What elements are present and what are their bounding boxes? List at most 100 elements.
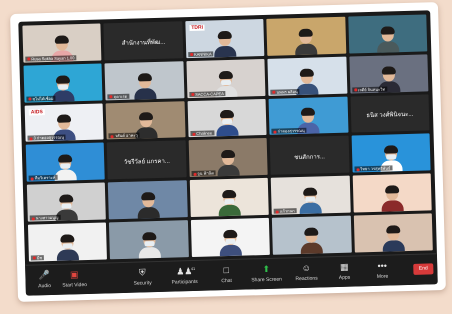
- muted-mic-icon: [275, 210, 279, 214]
- participant-name-label: วสันต์ อาคะวุ: [108, 132, 140, 139]
- video-camera-icon: ▣: [69, 269, 79, 280]
- shield-icon: ⛨: [138, 267, 146, 278]
- participant-name-label: SACCA-CAPEA: [189, 90, 226, 97]
- participant-name-label: ฤดาเรต: [107, 93, 130, 99]
- more-label: More: [376, 273, 389, 280]
- participant-tile[interactable]: นพพร ผลิอนุ: [267, 56, 348, 96]
- audio-label: Audio: [38, 282, 52, 290]
- participant-tile[interactable]: นางสาวมนูญ: [26, 182, 107, 222]
- participant-tile[interactable]: [108, 180, 188, 220]
- participant-video: [56, 234, 80, 261]
- participant-video: [133, 72, 157, 100]
- participant-name: ก่าตองสุวรรณนุ: [277, 128, 305, 135]
- participant-video: [300, 227, 324, 254]
- participant-name-label: KANNIKA: [187, 51, 214, 57]
- background-logo: TDRI: [189, 24, 206, 32]
- participant-tile[interactable]: ชไม่ได้เชื่อม: [23, 63, 103, 103]
- participants-count: 41: [190, 265, 196, 272]
- participant-tile[interactable]: [272, 215, 352, 255]
- participant-tile[interactable]: วสันต์ อาคะวุ: [105, 100, 186, 140]
- apps-button[interactable]: ▦ Apps: [327, 261, 362, 281]
- more-icon: •••: [377, 260, 388, 271]
- participant-tile[interactable]: ฤดาเรต: [104, 61, 185, 101]
- participant-tile[interactable]: แก้วกนก: [270, 175, 351, 215]
- participant-name: ชไม่ได้เชื่อม: [32, 95, 54, 102]
- participant-name: นพพร ผลิอนุ: [276, 88, 298, 95]
- muted-mic-icon: [31, 217, 35, 221]
- participant-tile[interactable]: Rusa Sokha Sayan 1.00: [22, 23, 102, 63]
- participant-video: [218, 189, 241, 217]
- participant-name: มีช: [36, 255, 43, 261]
- participant-video: [376, 26, 400, 53]
- gallery-view-grid: Rusa Sokha Sayan 1.00 สำนักงานที่พัฒ... TD…: [22, 14, 433, 262]
- end-meeting-button[interactable]: End: [413, 263, 434, 275]
- participant-display-name: สำนักงานที่พัฒ...: [121, 39, 166, 47]
- participant-name-label: Chalinee: [190, 130, 215, 137]
- zoom-meeting-window: Rusa Sokha Sayan 1.00 สำนักงานที่พัฒ... TD…: [18, 10, 438, 296]
- participant-name: เจดีย์ จินทนะวิท: [357, 86, 386, 93]
- muted-mic-icon: [192, 132, 196, 136]
- participant-video: [382, 225, 405, 252]
- security-button[interactable]: ⛨ Security: [125, 267, 160, 287]
- more-button[interactable]: ••• More: [365, 260, 400, 280]
- participant-tile[interactable]: SACCA-CAPEA: [186, 58, 266, 98]
- muted-mic-icon: [273, 130, 277, 134]
- participant-tile[interactable]: [352, 173, 432, 213]
- muted-mic-icon: [356, 168, 360, 172]
- participant-video: [216, 110, 239, 137]
- muted-mic-icon: [191, 93, 195, 97]
- reactions-button[interactable]: ☺ Reactions: [289, 262, 324, 282]
- participant-video: [217, 150, 240, 177]
- participant-tile[interactable]: Chalinee: [187, 98, 267, 138]
- participant-name-label: ก่าตองสุวรรณนุ: [271, 128, 307, 135]
- share-screen-button[interactable]: ⬆ Share Screen: [249, 264, 284, 284]
- participants-icon: ♟♟: [176, 266, 193, 277]
- participant-tile[interactable]: ก่าตองสุวรรณนุ: [268, 96, 349, 136]
- participant-name-label: เจดีย์ จินทนะวิท: [351, 86, 388, 93]
- participant-tile[interactable]: มีช: [27, 222, 108, 262]
- muted-mic-icon: [30, 177, 34, 181]
- security-label: Security: [133, 280, 152, 287]
- participant-tile[interactable]: สำนักงานที่พัฒ...: [103, 21, 184, 61]
- participant-video: [299, 187, 323, 215]
- muted-mic-icon: [28, 97, 32, 101]
- participant-tile[interactable]: [190, 218, 271, 258]
- participant-tile[interactable]: วิทยา วรสุทธิพันธ์: [351, 133, 431, 173]
- muted-mic-icon: [29, 137, 33, 141]
- participant-tile[interactable]: [189, 178, 269, 218]
- participant-tile[interactable]: [109, 220, 189, 260]
- participant-tile[interactable]: [353, 213, 433, 253]
- participant-name: จูน ฟ้านิด: [197, 170, 215, 177]
- muted-mic-icon: [110, 135, 114, 139]
- participant-name: 3 ก่าตองสุวรรณนุ: [33, 135, 64, 141]
- participant-tile[interactable]: เจดีย์ จินทนะวิท: [348, 54, 429, 94]
- start-video-button[interactable]: ▣ Start Video: [57, 269, 92, 289]
- participant-name: SACCA-CAPEA: [195, 90, 224, 97]
- participant-tile[interactable]: ทีมวิเคราะห์: [25, 142, 106, 182]
- participant-tile[interactable]: ธนิส วงศ์พินิจนะ...: [350, 94, 430, 134]
- participant-tile[interactable]: ชนสักการ...: [269, 136, 350, 176]
- participant-video: [138, 232, 161, 259]
- participants-button[interactable]: ♟♟ 41 Participants: [167, 266, 202, 286]
- share-screen-label: Share Screen: [251, 276, 282, 284]
- muted-mic-icon: [272, 90, 276, 94]
- participant-tile[interactable]: [347, 14, 428, 54]
- participant-name: Chalinee: [196, 130, 213, 137]
- participant-tile[interactable]: AIDS 3 ก่าตองสุวรรณนุ: [24, 103, 105, 143]
- participant-tile[interactable]: [266, 16, 346, 56]
- chat-button[interactable]: □ Chat: [209, 265, 244, 285]
- participant-name: แก้วกนก: [279, 208, 295, 214]
- participant-tile[interactable]: จูน ฟ้านิด: [188, 138, 268, 178]
- participant-name-label: นพพร ผลิอนุ: [270, 88, 300, 95]
- participant-name-label: วิทยา วรสุทธิพันธ์: [354, 165, 393, 172]
- participant-tile[interactable]: TDRI KANNIKA: [185, 18, 265, 58]
- participant-name-label: นางสาวมนูญ: [29, 214, 61, 221]
- share-screen-icon: ⬆: [262, 263, 271, 275]
- participant-tile[interactable]: วัชรีวัลย์ แกรคา...: [107, 140, 187, 180]
- muted-mic-icon: [32, 256, 36, 260]
- photo-print: Rusa Sokha Sayan 1.00 สำนักงานที่พัฒ... TD…: [10, 2, 446, 302]
- apps-icon: ▦: [339, 261, 349, 272]
- participant-video: [219, 229, 242, 257]
- participant-video: [54, 154, 77, 182]
- muted-mic-icon: [109, 95, 113, 99]
